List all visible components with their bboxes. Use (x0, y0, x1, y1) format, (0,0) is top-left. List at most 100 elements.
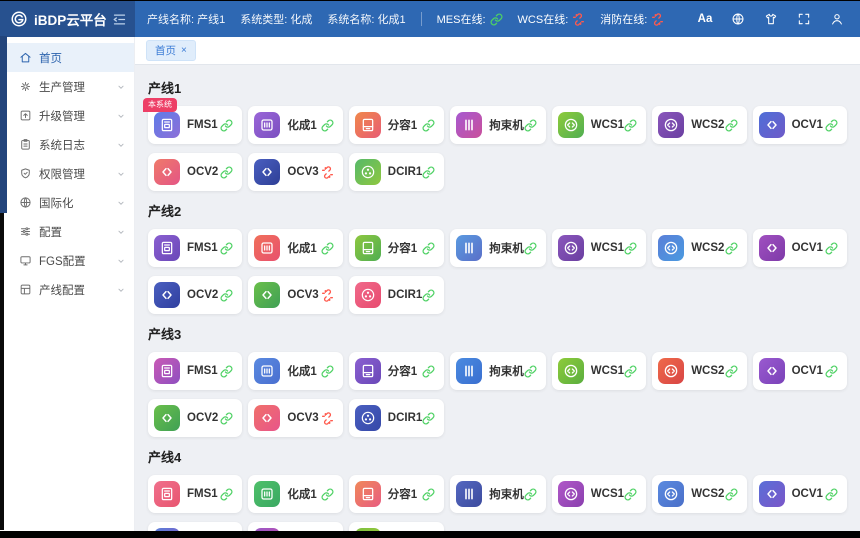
system-card-DCIR1[interactable]: DCIR1 (349, 153, 445, 191)
furnace-icon (254, 358, 280, 384)
sidebar-item-产线配置[interactable]: 产线配置 (0, 275, 134, 304)
system-card-化成1[interactable]: 化成1 (248, 475, 342, 513)
fullscreen-icon[interactable] (796, 11, 812, 27)
production-icon (19, 80, 32, 93)
link-icon (321, 119, 334, 132)
link-icon (220, 488, 233, 501)
machine-icon (154, 112, 180, 138)
system-card-WCS2[interactable]: WCS2 (652, 106, 746, 144)
system-card-FMS1[interactable]: FMS1 (148, 229, 242, 267)
link-icon (624, 488, 637, 501)
user-icon[interactable] (829, 11, 845, 27)
code-icon (558, 358, 584, 384)
status-indicator: WCS在线: (518, 11, 586, 27)
link-icon (321, 242, 334, 255)
language-globe-icon[interactable] (730, 11, 746, 27)
system-card-WCS1[interactable]: WCS1 (552, 229, 646, 267)
log-icon (19, 138, 32, 151)
system-card-WCS2[interactable]: WCS2 (652, 475, 746, 513)
cluster-icon (355, 405, 381, 431)
system-card-WCS1[interactable]: WCS1 (552, 475, 646, 513)
section-title: 产线2 (148, 201, 847, 220)
system-card-分容1[interactable]: 分容1 (349, 106, 445, 144)
link-icon (825, 365, 838, 378)
sidebar-item-国际化[interactable]: 国际化 (0, 188, 134, 217)
furnace-icon (254, 112, 280, 138)
sidebar-item-首页[interactable]: 首页 (0, 43, 134, 72)
font-size-icon[interactable]: Aa (697, 11, 713, 27)
link-icon (825, 119, 838, 132)
machine-icon (154, 235, 180, 261)
swoosh-icon (759, 358, 785, 384)
system-card-拘束机[interactable]: 拘束机 (450, 229, 546, 267)
system-card-化成1[interactable]: 化成1 (248, 229, 342, 267)
system-card-DCIR1[interactable]: DCIR1 (349, 522, 445, 531)
bars-icon (456, 481, 482, 507)
section-title: 产线3 (148, 324, 847, 343)
link-icon (524, 488, 537, 501)
system-card-DCIR1[interactable]: DCIR1 (349, 276, 445, 314)
system-card-DCIR1[interactable]: DCIR1 (349, 399, 445, 437)
system-card-OCV3[interactable]: OCV3 (248, 399, 342, 437)
system-card-OCV2[interactable]: OCV2 (148, 399, 242, 437)
system-card-FMS1[interactable]: FMS1 本系统 (148, 106, 242, 144)
system-card-分容1[interactable]: 分容1 (349, 475, 445, 513)
system-card-化成1[interactable]: 化成1 (248, 352, 342, 390)
app-window: iBDP云平台 产线名称: 产线1 系统类型: 化成 系统名称: 化成1 MES… (0, 1, 860, 531)
system-card-OCV1[interactable]: OCV1 (753, 352, 847, 390)
sidebar-item-权限管理[interactable]: 权限管理 (0, 159, 134, 188)
system-card-分容1[interactable]: 分容1 (349, 352, 445, 390)
system-card-FMS1[interactable]: FMS1 (148, 475, 242, 513)
app-logo-icon (10, 10, 28, 28)
header-info-item: 产线名称: 产线1 (147, 11, 225, 27)
system-card-拘束机[interactable]: 拘束机 (450, 352, 546, 390)
bars-icon (456, 235, 482, 261)
home-icon (19, 51, 32, 64)
production-line-section: 产线2 FMS1 化成1 分容1 拘束机 WCS1 WCS2 OCV1 OCV2… (148, 201, 847, 314)
system-card-拘束机[interactable]: 拘束机 (450, 475, 546, 513)
link-icon (422, 119, 435, 132)
tab-bar: 首页 × (135, 37, 860, 65)
link-icon (524, 119, 537, 132)
system-card-OCV3[interactable]: OCV3 (248, 522, 342, 531)
sidebar-item-FGS配置[interactable]: FGS配置 (0, 246, 134, 275)
system-card-分容1[interactable]: 分容1 (349, 229, 445, 267)
chevron-down-icon (116, 285, 126, 295)
system-card-化成1[interactable]: 化成1 (248, 106, 342, 144)
link-icon (422, 488, 435, 501)
system-card-OCV3[interactable]: OCV3 (248, 153, 342, 191)
theme-icon[interactable] (763, 11, 779, 27)
tab-close-icon[interactable]: × (181, 46, 187, 56)
tab-home[interactable]: 首页 × (146, 40, 196, 61)
swoosh-icon (759, 481, 785, 507)
cabinet-icon (355, 358, 381, 384)
system-card-OCV1[interactable]: OCV1 (753, 475, 847, 513)
system-card-拘束机[interactable]: 拘束机 (450, 106, 546, 144)
system-card-OCV2[interactable]: OCV2 (148, 276, 242, 314)
sidebar-item-系统日志[interactable]: 系统日志 (0, 130, 134, 159)
system-card-WCS2[interactable]: WCS2 (652, 352, 746, 390)
chevron-down-icon (116, 111, 126, 121)
system-card-WCS1[interactable]: WCS1 (552, 352, 646, 390)
system-card-WCS1[interactable]: WCS1 (552, 106, 646, 144)
chevron-down-icon (116, 227, 126, 237)
swoosh-icon (254, 405, 280, 431)
system-card-OCV2[interactable]: OCV2 (148, 522, 242, 531)
system-card-OCV2[interactable]: OCV2 (148, 153, 242, 191)
link-icon (422, 289, 435, 302)
header-info-item: 系统类型: 化成 (240, 11, 312, 27)
system-card-FMS1[interactable]: FMS1 (148, 352, 242, 390)
sidebar-collapse-icon[interactable] (112, 12, 127, 27)
machine-icon (154, 481, 180, 507)
chevron-down-icon (116, 82, 126, 92)
system-card-WCS2[interactable]: WCS2 (652, 229, 746, 267)
system-card-OCV1[interactable]: OCV1 (753, 106, 847, 144)
code-icon (558, 481, 584, 507)
tab-home-label: 首页 (155, 43, 176, 58)
sidebar-item-升级管理[interactable]: 升级管理 (0, 101, 134, 130)
system-card-OCV1[interactable]: OCV1 (753, 229, 847, 267)
link-icon (220, 166, 233, 179)
sidebar-item-生产管理[interactable]: 生产管理 (0, 72, 134, 101)
system-card-OCV3[interactable]: OCV3 (248, 276, 342, 314)
sidebar-item-配置[interactable]: 配置 (0, 217, 134, 246)
